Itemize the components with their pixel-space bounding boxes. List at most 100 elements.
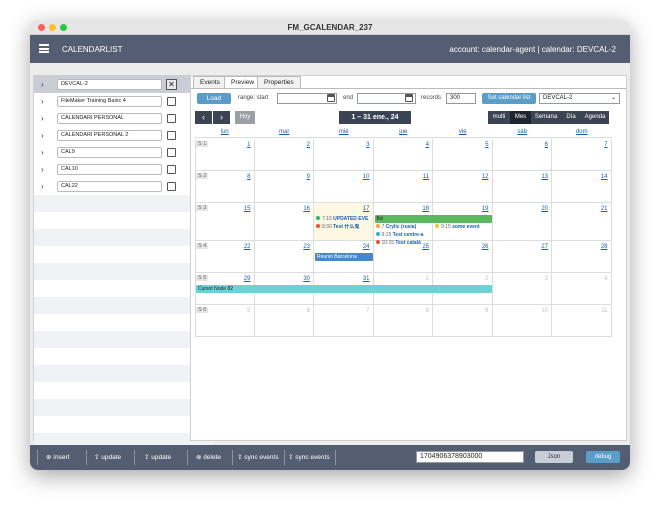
day-number[interactable]: 11 <box>423 174 429 180</box>
day-number[interactable]: 2 <box>485 276 488 282</box>
day-number[interactable]: 10 <box>363 174 370 180</box>
day-number[interactable]: 23 <box>303 244 310 250</box>
chevron-right-icon[interactable]: › <box>41 80 50 89</box>
calendar-select-checkbox[interactable] <box>167 148 176 157</box>
day-number[interactable]: 29 <box>244 276 251 282</box>
calendar-list-item[interactable]: › CAL10 <box>34 161 213 178</box>
calendar-name-field[interactable]: CALENDARI PERSONAL <box>57 113 162 124</box>
calendar-select[interactable]: DEVCAL-2 ⌄ <box>539 93 620 104</box>
calendar-day-cell[interactable]: 7 <box>314 305 374 337</box>
calendar-picker-icon[interactable] <box>327 94 335 102</box>
view-agenda-button[interactable]: Agenda <box>581 111 609 124</box>
delete-button[interactable]: ⊗ delete <box>196 453 221 461</box>
event-bar[interactable]: Cursot Node 82 <box>196 285 492 293</box>
calendar-day-cell[interactable]: 6 <box>492 139 552 171</box>
sync-events-button-2[interactable]: ⇪ sync events <box>288 453 330 461</box>
day-number[interactable]: 26 <box>482 244 489 250</box>
json-button[interactable]: Json <box>535 451 573 463</box>
day-number[interactable]: 5 <box>485 142 488 148</box>
day-number[interactable]: 2 <box>307 142 310 148</box>
day-number[interactable]: 3 <box>545 276 548 282</box>
tab-events[interactable]: Events <box>193 76 227 88</box>
day-number[interactable]: 11 <box>601 308 607 314</box>
calendar-select-checkbox[interactable] <box>167 165 176 174</box>
day-number[interactable]: 1 <box>247 142 250 148</box>
insert-button[interactable]: ⊕ Insert <box>46 453 70 461</box>
event-bar[interactable]: Reunio Barcelona <box>315 253 373 261</box>
calendar-name-field[interactable]: DEVCAL-2 <box>57 79 162 90</box>
day-number[interactable]: 12 <box>482 174 489 180</box>
calendar-day-cell[interactable]: 4 <box>373 139 433 171</box>
day-number[interactable]: 4 <box>426 142 429 148</box>
calendar-select-checkbox[interactable] <box>167 131 176 140</box>
calendar-day-cell[interactable]: 20 <box>492 203 552 241</box>
day-number[interactable]: 9 <box>485 308 488 314</box>
calendar-day-cell[interactable]: 22 S 4 <box>195 241 255 273</box>
calendar-day-cell[interactable]: 5 S 6 <box>195 305 255 337</box>
event-item[interactable]: 9:15 some event <box>435 224 492 231</box>
day-number[interactable]: 3 <box>366 142 369 148</box>
calendar-day-cell[interactable]: 1 S 1 <box>195 139 255 171</box>
sync-events-button[interactable]: ⇪ sync events <box>237 453 279 461</box>
chevron-right-icon[interactable]: › <box>41 148 50 157</box>
event-item[interactable]: 9:30 Test 什么鬼 <box>316 224 373 231</box>
calendar-day-cell[interactable]: 15 S 3 <box>195 203 255 241</box>
calendar-list-item[interactable]: › CAL22 <box>34 178 213 195</box>
calendar-day-cell[interactable]: 11 <box>552 305 612 337</box>
calendar-day-cell[interactable]: 8 <box>373 305 433 337</box>
hamburger-menu-icon[interactable] <box>39 44 49 53</box>
day-number[interactable]: 10 <box>541 308 548 314</box>
view-día-button[interactable]: Día <box>561 111 581 124</box>
calendar-day-cell[interactable]: 28 <box>552 241 612 273</box>
calendar-day-cell[interactable]: 3 <box>314 139 374 171</box>
calendar-day-cell[interactable]: 10 <box>314 171 374 203</box>
calendar-day-cell[interactable]: 27 <box>492 241 552 273</box>
calendar-day-cell[interactable]: 12 <box>433 171 493 203</box>
calendar-day-cell[interactable]: 9 <box>254 171 314 203</box>
event-item[interactable]: 10:15 Test català <box>375 240 433 247</box>
event-item[interactable]: 9:15 Test centre-a <box>375 232 433 239</box>
calendar-name-field[interactable]: CAL22 <box>57 181 162 192</box>
tab-properties[interactable]: Properties <box>257 76 301 88</box>
records-input[interactable]: 300 <box>446 93 476 104</box>
calendar-name-field[interactable]: CAL9 <box>57 147 162 158</box>
day-number[interactable]: 1 <box>426 276 429 282</box>
calendar-day-cell[interactable]: 6 <box>254 305 314 337</box>
day-number[interactable]: 16 <box>303 206 310 212</box>
chevron-right-icon[interactable]: › <box>41 165 50 174</box>
calendar-day-cell[interactable]: 13 <box>492 171 552 203</box>
calendar-day-cell[interactable]: 7 <box>552 139 612 171</box>
calendar-list-item[interactable]: › DEVCAL-2 ✕ <box>34 76 213 93</box>
day-number[interactable]: 22 <box>244 244 251 250</box>
chevron-right-icon[interactable]: › <box>41 97 50 106</box>
view-multi-button[interactable]: multi <box>488 111 510 124</box>
chevron-right-icon[interactable]: › <box>41 114 50 123</box>
day-number[interactable]: 13 <box>541 174 548 180</box>
day-number[interactable]: 20 <box>541 206 548 212</box>
day-number[interactable]: 8 <box>247 174 250 180</box>
day-number[interactable]: 30 <box>303 276 310 282</box>
calendar-name-field[interactable]: CAL10 <box>57 164 162 175</box>
calendar-day-cell[interactable]: 2 <box>254 139 314 171</box>
day-number[interactable]: 5 <box>247 308 250 314</box>
set-calendar-list-button[interactable]: Set calendar list <box>482 93 536 104</box>
day-number[interactable]: 19 <box>482 206 489 212</box>
event-item[interactable]: 7 Crylic (rusia) <box>375 224 433 231</box>
calendar-list-item[interactable]: › CALENDARI PERSONAL <box>34 110 213 127</box>
calendar-day-cell[interactable]: 4 <box>552 273 612 305</box>
tab-preview[interactable]: Preview <box>224 76 262 88</box>
calendar-list-item[interactable]: › FileMaker Training Basic 4 <box>34 93 213 110</box>
calendar-day-cell[interactable]: 8 S 2 <box>195 171 255 203</box>
calendar-day-cell[interactable]: 16 <box>254 203 314 241</box>
today-button[interactable]: Hoy <box>235 111 255 124</box>
calendar-day-cell[interactable]: 21 <box>552 203 612 241</box>
calendar-day-cell[interactable]: 5 <box>433 139 493 171</box>
calendar-day-cell[interactable]: 10 <box>492 305 552 337</box>
calendar-list-item[interactable]: › CAL9 <box>34 144 213 161</box>
day-number[interactable]: 7 <box>604 142 607 148</box>
calendar-day-cell[interactable]: 3 <box>492 273 552 305</box>
update-button-2[interactable]: ⇪ update <box>144 453 171 461</box>
calendar-list-item[interactable]: › CALENDARI PERSONAL 2 <box>34 127 213 144</box>
calendar-select-checkbox[interactable] <box>167 114 176 123</box>
event-id-input[interactable]: 1704906378903000 <box>416 451 524 463</box>
